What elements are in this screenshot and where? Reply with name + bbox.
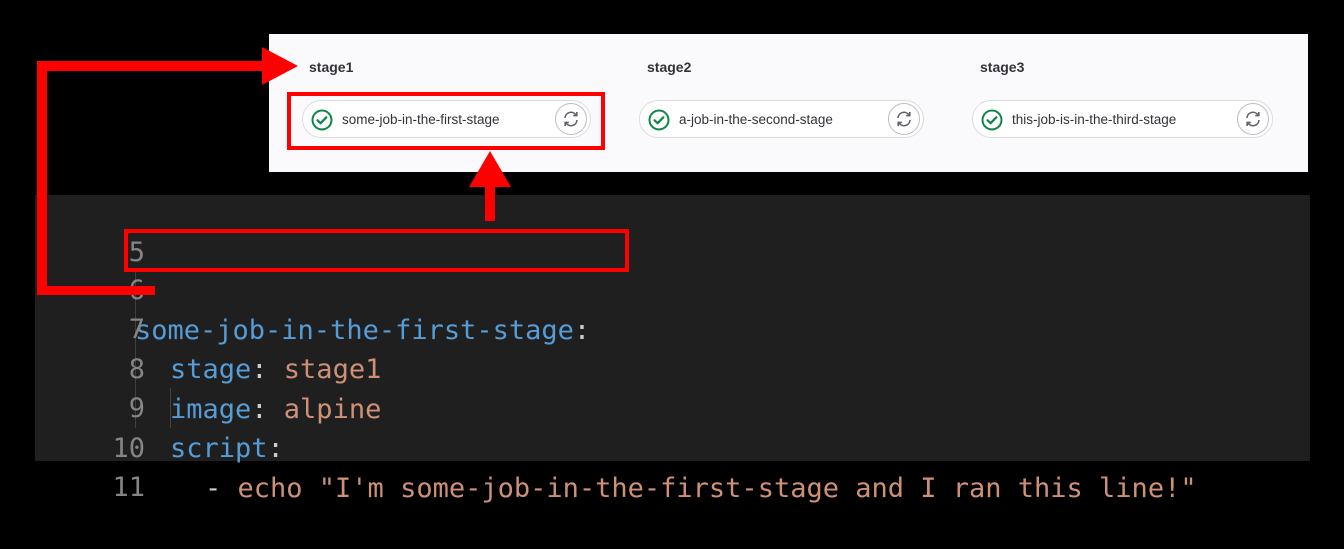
check-circle-icon bbox=[981, 109, 1003, 131]
code-line: 6 some-job-in-the-first-stage: bbox=[35, 231, 590, 346]
code-editor[interactable]: 5 6 some-job-in-the-first-stage: 7 stage… bbox=[35, 193, 1310, 504]
yaml-list-dash: - bbox=[205, 473, 238, 504]
stage-title: stage2 bbox=[647, 59, 692, 75]
code-line: 9 script: bbox=[35, 349, 284, 464]
yaml-key: script bbox=[170, 433, 268, 464]
yaml-value: echo "I'm some-job-in-the-first-stage an… bbox=[237, 473, 1197, 504]
line-number: 11 bbox=[112, 472, 146, 503]
line-number: 6 bbox=[128, 275, 146, 306]
job-pill[interactable]: a-job-in-the-second-stage bbox=[639, 100, 924, 138]
stage-title: stage3 bbox=[980, 59, 1025, 75]
code-line: 8 image: alpine bbox=[35, 310, 382, 425]
line-number: 8 bbox=[128, 354, 146, 385]
job-name[interactable]: this-job-is-in-the-third-stage bbox=[1012, 112, 1176, 127]
code-line: 11 bbox=[35, 428, 146, 503]
yaml-separator: : bbox=[573, 315, 591, 346]
yaml-key: some-job-in-the-first-stage bbox=[135, 315, 574, 346]
connector-top bbox=[37, 61, 265, 71]
job-pill[interactable]: this-job-is-in-the-third-stage bbox=[972, 100, 1273, 138]
stage-title: stage1 bbox=[309, 59, 354, 75]
line-number: 7 bbox=[128, 314, 146, 345]
pipeline-graph: stage1 some-job-in-the-first-stage stage… bbox=[269, 34, 1308, 172]
retry-button[interactable] bbox=[555, 103, 587, 135]
code-line: 7 stage: stage1 bbox=[35, 270, 382, 385]
job-pill[interactable]: some-job-in-the-first-stage bbox=[302, 100, 591, 138]
job-name[interactable]: some-job-in-the-first-stage bbox=[342, 112, 500, 127]
check-circle-icon bbox=[648, 109, 670, 131]
yaml-key: stage bbox=[170, 354, 252, 385]
retry-icon bbox=[897, 111, 911, 127]
check-circle-icon bbox=[311, 109, 333, 131]
job-name[interactable]: a-job-in-the-second-stage bbox=[679, 112, 833, 127]
retry-icon bbox=[1246, 111, 1260, 127]
retry-icon bbox=[564, 111, 578, 127]
yaml-separator: : bbox=[251, 354, 284, 385]
yaml-value: alpine bbox=[283, 394, 382, 425]
yaml-key: image bbox=[170, 394, 252, 425]
yaml-value: stage1 bbox=[283, 354, 382, 385]
yaml-separator: : bbox=[251, 394, 284, 425]
retry-button[interactable] bbox=[1237, 103, 1269, 135]
retry-button[interactable] bbox=[888, 103, 920, 135]
line-number: 5 bbox=[128, 237, 146, 268]
line-number: 9 bbox=[128, 393, 146, 424]
line-number: 10 bbox=[112, 433, 146, 464]
code-line: 5 bbox=[35, 193, 145, 268]
yaml-separator: : bbox=[267, 433, 284, 464]
code-line: 10 - echo "I'm some-job-in-the-first-sta… bbox=[35, 389, 1197, 504]
